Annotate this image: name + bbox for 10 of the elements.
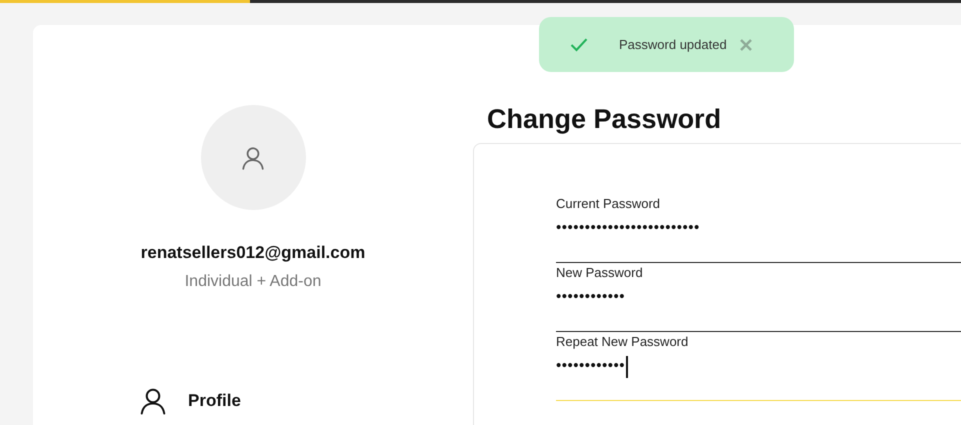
- nav-item[interactable]: Profile: [138, 386, 241, 416]
- person-icon: [240, 144, 266, 170]
- user-email: renatsellers012@gmail.com: [140, 242, 366, 264]
- password-field[interactable]: Repeat New Password ••••••••••••: [556, 332, 961, 401]
- close-button[interactable]: [738, 38, 753, 52]
- page-title: Change Password: [487, 103, 722, 136]
- toast-message: Password updated: [619, 36, 727, 54]
- password-field[interactable]: Current Password •••••••••••••••••••••••••: [556, 194, 961, 263]
- plan-name: Individual + Add-on: [184, 272, 322, 292]
- password-field[interactable]: New Password ••••••••••••: [556, 262, 961, 332]
